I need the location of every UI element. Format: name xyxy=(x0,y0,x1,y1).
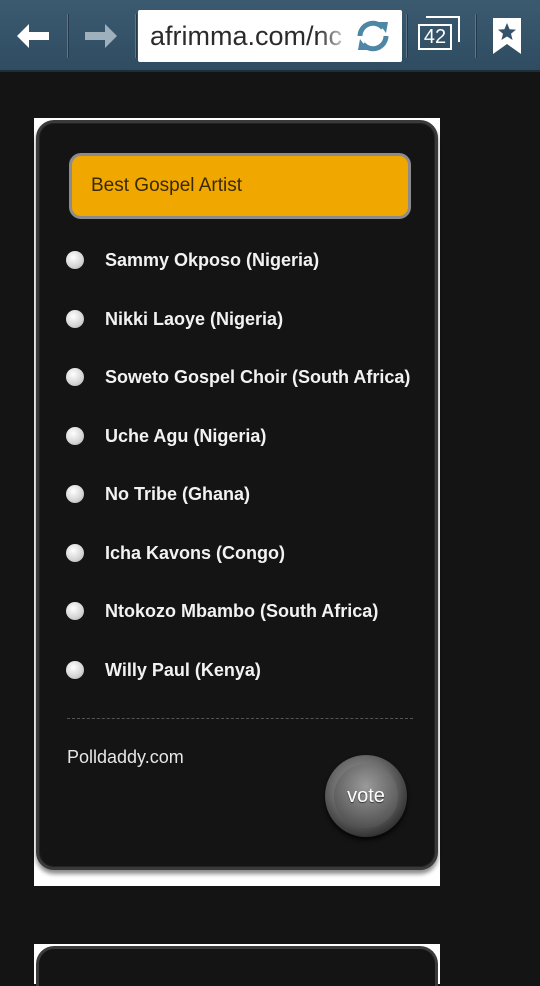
poll-option[interactable]: No Tribe (Ghana) xyxy=(39,465,441,524)
poll-option[interactable]: Willy Paul (Kenya) xyxy=(39,641,441,700)
radio-button[interactable] xyxy=(66,426,84,445)
poll-card: Best Gospel Artist Sammy Okposo (Nigeria… xyxy=(36,120,438,870)
poll-option[interactable]: Icha Kavons (Congo) xyxy=(39,524,441,583)
arrow-right-icon xyxy=(85,24,117,48)
toolbar-separator xyxy=(406,14,407,58)
tabs-button[interactable]: 42 xyxy=(416,14,466,58)
radio-button[interactable] xyxy=(66,602,84,620)
option-label[interactable]: Willy Paul (Kenya) xyxy=(105,641,261,699)
radio-button[interactable] xyxy=(66,309,84,328)
back-button[interactable] xyxy=(0,0,66,72)
option-label[interactable]: Ntokozo Mbambo (South Africa) xyxy=(105,582,378,640)
poll-question: Best Gospel Artist xyxy=(69,153,411,219)
next-poll-widget xyxy=(34,944,440,986)
poll-option[interactable]: Uche Agu (Nigeria) xyxy=(39,407,441,466)
radio-button[interactable] xyxy=(66,251,84,269)
option-label[interactable]: Nikki Laoye (Nigeria) xyxy=(105,290,283,348)
tabs-count: 42 xyxy=(418,24,452,50)
toolbar-separator xyxy=(475,14,476,58)
reload-icon[interactable] xyxy=(352,16,394,56)
vote-label[interactable]: vote xyxy=(334,764,398,828)
poll-option[interactable]: Nikki Laoye (Nigeria) xyxy=(39,290,441,349)
address-bar[interactable]: afrimma.com/nc xyxy=(138,10,402,62)
radio-button[interactable] xyxy=(66,368,84,386)
radio-button[interactable] xyxy=(66,660,84,679)
option-label[interactable]: Soweto Gospel Choir (South Africa) xyxy=(105,348,410,406)
polldaddy-link[interactable]: Polldaddy.com xyxy=(67,747,184,768)
option-label[interactable]: Icha Kavons (Congo) xyxy=(105,524,285,582)
poll-option[interactable]: Sammy Okposo (Nigeria) xyxy=(39,231,441,290)
forward-button[interactable] xyxy=(68,0,134,72)
poll-options: Sammy Okposo (Nigeria) Nikki Laoye (Nige… xyxy=(39,231,441,699)
poll-option[interactable]: Soweto Gospel Choir (South Africa) xyxy=(39,348,441,407)
option-label[interactable]: No Tribe (Ghana) xyxy=(105,465,250,523)
poll-option[interactable]: Ntokozo Mbambo (South Africa) xyxy=(39,582,441,641)
arrow-left-icon xyxy=(17,24,49,48)
radio-button[interactable] xyxy=(66,485,84,503)
vote-button[interactable]: vote xyxy=(325,755,407,837)
bookmark-star-icon[interactable] xyxy=(490,16,524,56)
option-label[interactable]: Sammy Okposo (Nigeria) xyxy=(105,231,319,289)
next-poll-card xyxy=(36,946,438,986)
poll-widget: Best Gospel Artist Sammy Okposo (Nigeria… xyxy=(34,118,440,886)
radio-button[interactable] xyxy=(66,543,84,562)
toolbar-separator xyxy=(135,14,136,58)
divider xyxy=(67,718,413,719)
url-fade xyxy=(318,10,352,62)
browser-toolbar: afrimma.com/nc 42 xyxy=(0,0,540,72)
option-label[interactable]: Uche Agu (Nigeria) xyxy=(105,407,266,465)
